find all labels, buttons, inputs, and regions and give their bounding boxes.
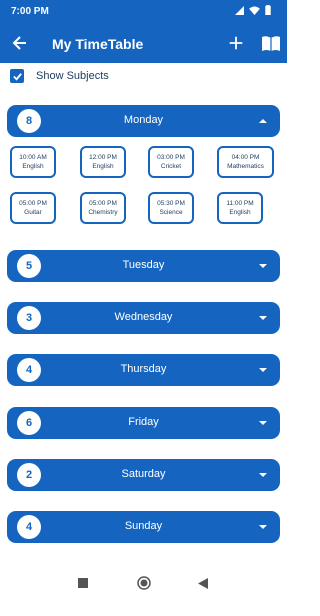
chevron-down-icon[interactable]: [259, 366, 267, 374]
slot-subject: Chemistry: [88, 209, 118, 216]
chevron-down-icon[interactable]: [259, 314, 267, 322]
show-subjects-checkbox[interactable]: [10, 69, 24, 83]
day-header-monday[interactable]: 8 Monday: [7, 105, 280, 137]
book-icon[interactable]: [261, 35, 281, 53]
slot-time: 05:30 PM: [157, 200, 185, 207]
slot-subject: Mathematics: [227, 163, 264, 170]
day-name: Friday: [128, 416, 159, 428]
slot-card[interactable]: 11:00 PM English: [217, 192, 263, 224]
day-name: Tuesday: [122, 259, 165, 271]
slot-card[interactable]: 05:00 PM Chemistry: [80, 192, 126, 224]
slot-time: 10:00 AM: [19, 154, 47, 161]
wifi-icon: [249, 5, 260, 15]
slot-time: 04:00 PM: [231, 154, 260, 161]
slot-time: 11:00 PM: [226, 200, 254, 207]
app-bar: My TimeTable: [0, 25, 287, 63]
slot-time: 05:00 PM: [89, 200, 117, 207]
chevron-up-icon[interactable]: [259, 117, 267, 125]
chevron-down-icon[interactable]: [259, 262, 267, 270]
slot-subject: English: [229, 209, 251, 216]
slot-subject: Guitar: [24, 209, 42, 216]
signal-icon: [235, 5, 244, 15]
day-name: Thursday: [120, 363, 167, 375]
day-name: Sunday: [124, 520, 163, 532]
show-subjects-label: Show Subjects: [36, 70, 109, 82]
day-name: Wednesday: [114, 311, 173, 323]
status-bar: 7:00 PM: [0, 0, 287, 25]
day-name: Saturday: [121, 468, 166, 480]
slot-subject: Science: [159, 209, 183, 216]
day-header-friday[interactable]: 6 Friday: [7, 407, 280, 439]
day-header-saturday[interactable]: 2 Saturday: [7, 459, 280, 491]
day-header-tuesday[interactable]: 5 Tuesday: [7, 250, 280, 282]
slot-card[interactable]: 05:00 PM Guitar: [10, 192, 56, 224]
system-nav-bar: [0, 566, 287, 602]
chevron-down-icon[interactable]: [259, 471, 267, 479]
slot-time: 12:00 PM: [89, 154, 117, 161]
day-name: Monday: [123, 114, 164, 126]
slot-subject: Cricket: [160, 163, 182, 170]
slot-subject: English: [22, 163, 44, 170]
status-time: 7:00 PM: [11, 6, 49, 17]
chevron-down-icon[interactable]: [259, 523, 267, 531]
recent-apps-icon[interactable]: [78, 578, 88, 588]
day-header-sunday[interactable]: 4 Sunday: [7, 511, 280, 543]
slot-card[interactable]: 04:00 PM Mathematics: [217, 146, 274, 178]
slot-time: 03:00 PM: [157, 154, 185, 161]
slot-subject: English: [92, 163, 114, 170]
slot-card[interactable]: 12:00 PM English: [80, 146, 126, 178]
day-header-thursday[interactable]: 4 Thursday: [7, 354, 280, 386]
page-title: My TimeTable: [52, 36, 144, 52]
slot-card[interactable]: 05:30 PM Science: [148, 192, 194, 224]
slot-card[interactable]: 10:00 AM English: [10, 146, 56, 178]
show-subjects-toggle[interactable]: Show Subjects: [10, 67, 109, 85]
add-icon[interactable]: [227, 33, 245, 53]
slot-card[interactable]: 03:00 PM Cricket: [148, 146, 194, 178]
battery-icon: [265, 5, 271, 15]
home-icon[interactable]: [137, 576, 151, 590]
back-arrow-icon[interactable]: [10, 33, 30, 53]
chevron-down-icon[interactable]: [259, 419, 267, 427]
back-triangle-icon[interactable]: [198, 578, 208, 589]
check-icon: [12, 72, 22, 81]
day-header-wednesday[interactable]: 3 Wednesday: [7, 302, 280, 334]
slot-time: 05:00 PM: [19, 200, 47, 207]
